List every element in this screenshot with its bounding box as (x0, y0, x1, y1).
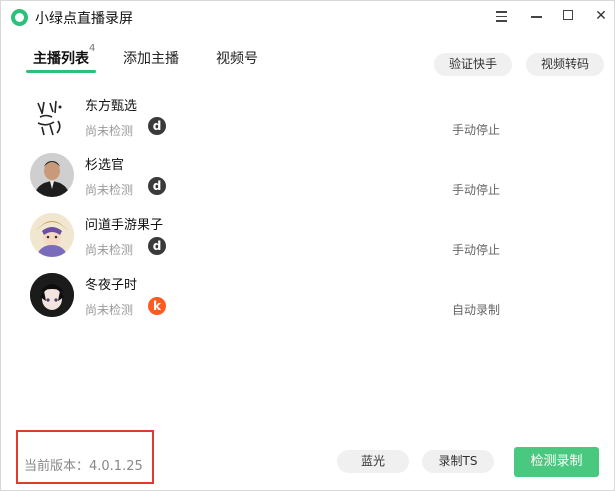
close-icon[interactable]: ✕ (587, 4, 615, 28)
tab-streamer-count-badge: 4 (89, 43, 96, 54)
verify-kuaishou-button[interactable]: 验证快手 (434, 53, 512, 76)
app-window: 小绿点直播录屏 ✕ 主播列表 4 添加主播 视频号 验证快手 视频转码 东方甄选… (0, 0, 615, 491)
douyin-platform-icon: d (148, 117, 166, 135)
list-item[interactable]: 问道手游果子 尚未检测 d 手动停止 (1, 211, 614, 271)
detect-record-button[interactable]: 检测录制 (514, 447, 599, 477)
avatar (30, 97, 74, 141)
record-mode: 自动录制 (452, 303, 501, 317)
list-item[interactable]: 杉选官 尚未检测 d 手动停止 (1, 151, 614, 211)
douyin-platform-icon: d (148, 177, 166, 195)
app-logo-icon (11, 9, 28, 26)
tab-add-streamer[interactable]: 添加主播 (123, 48, 179, 68)
minimize-icon[interactable] (523, 4, 551, 28)
tab-streamer-list[interactable]: 主播列表 (33, 48, 89, 68)
record-mode: 手动停止 (452, 183, 501, 197)
avatar (30, 273, 74, 317)
streamer-name: 东方甄选 (85, 99, 138, 114)
active-tab-indicator (26, 70, 96, 73)
list-item[interactable]: 冬夜子时 尚未检测 k 自动录制 (1, 271, 614, 331)
record-mode: 手动停止 (452, 123, 501, 137)
kuaishou-platform-icon: k (148, 297, 166, 315)
record-ts-button[interactable]: 录制TS (422, 450, 494, 473)
streamer-name: 问道手游果子 (85, 218, 164, 233)
detect-status: 尚未检测 (85, 124, 134, 138)
tab-video-channel[interactable]: 视频号 (216, 48, 258, 68)
video-transcode-button[interactable]: 视频转码 (526, 53, 604, 76)
version-label: 当前版本：4.0.1.25 (24, 459, 143, 474)
streamer-name: 冬夜子时 (85, 278, 138, 293)
app-title: 小绿点直播录屏 (35, 11, 133, 27)
douyin-platform-icon: d (148, 237, 166, 255)
maximize-icon[interactable] (555, 4, 583, 28)
avatar (30, 153, 74, 197)
avatar (30, 213, 74, 257)
detect-status: 尚未检测 (85, 303, 134, 317)
record-mode: 手动停止 (452, 243, 501, 257)
detect-status: 尚未检测 (85, 243, 134, 257)
detect-status: 尚未检测 (85, 183, 134, 197)
streamer-name: 杉选官 (85, 158, 125, 173)
bluray-quality-button[interactable]: 蓝光 (337, 450, 409, 473)
menu-icon[interactable] (487, 4, 515, 28)
list-item[interactable]: 东方甄选 尚未检测 d 手动停止 (1, 91, 614, 151)
title-bar: 小绿点直播录屏 ✕ (1, 1, 614, 33)
